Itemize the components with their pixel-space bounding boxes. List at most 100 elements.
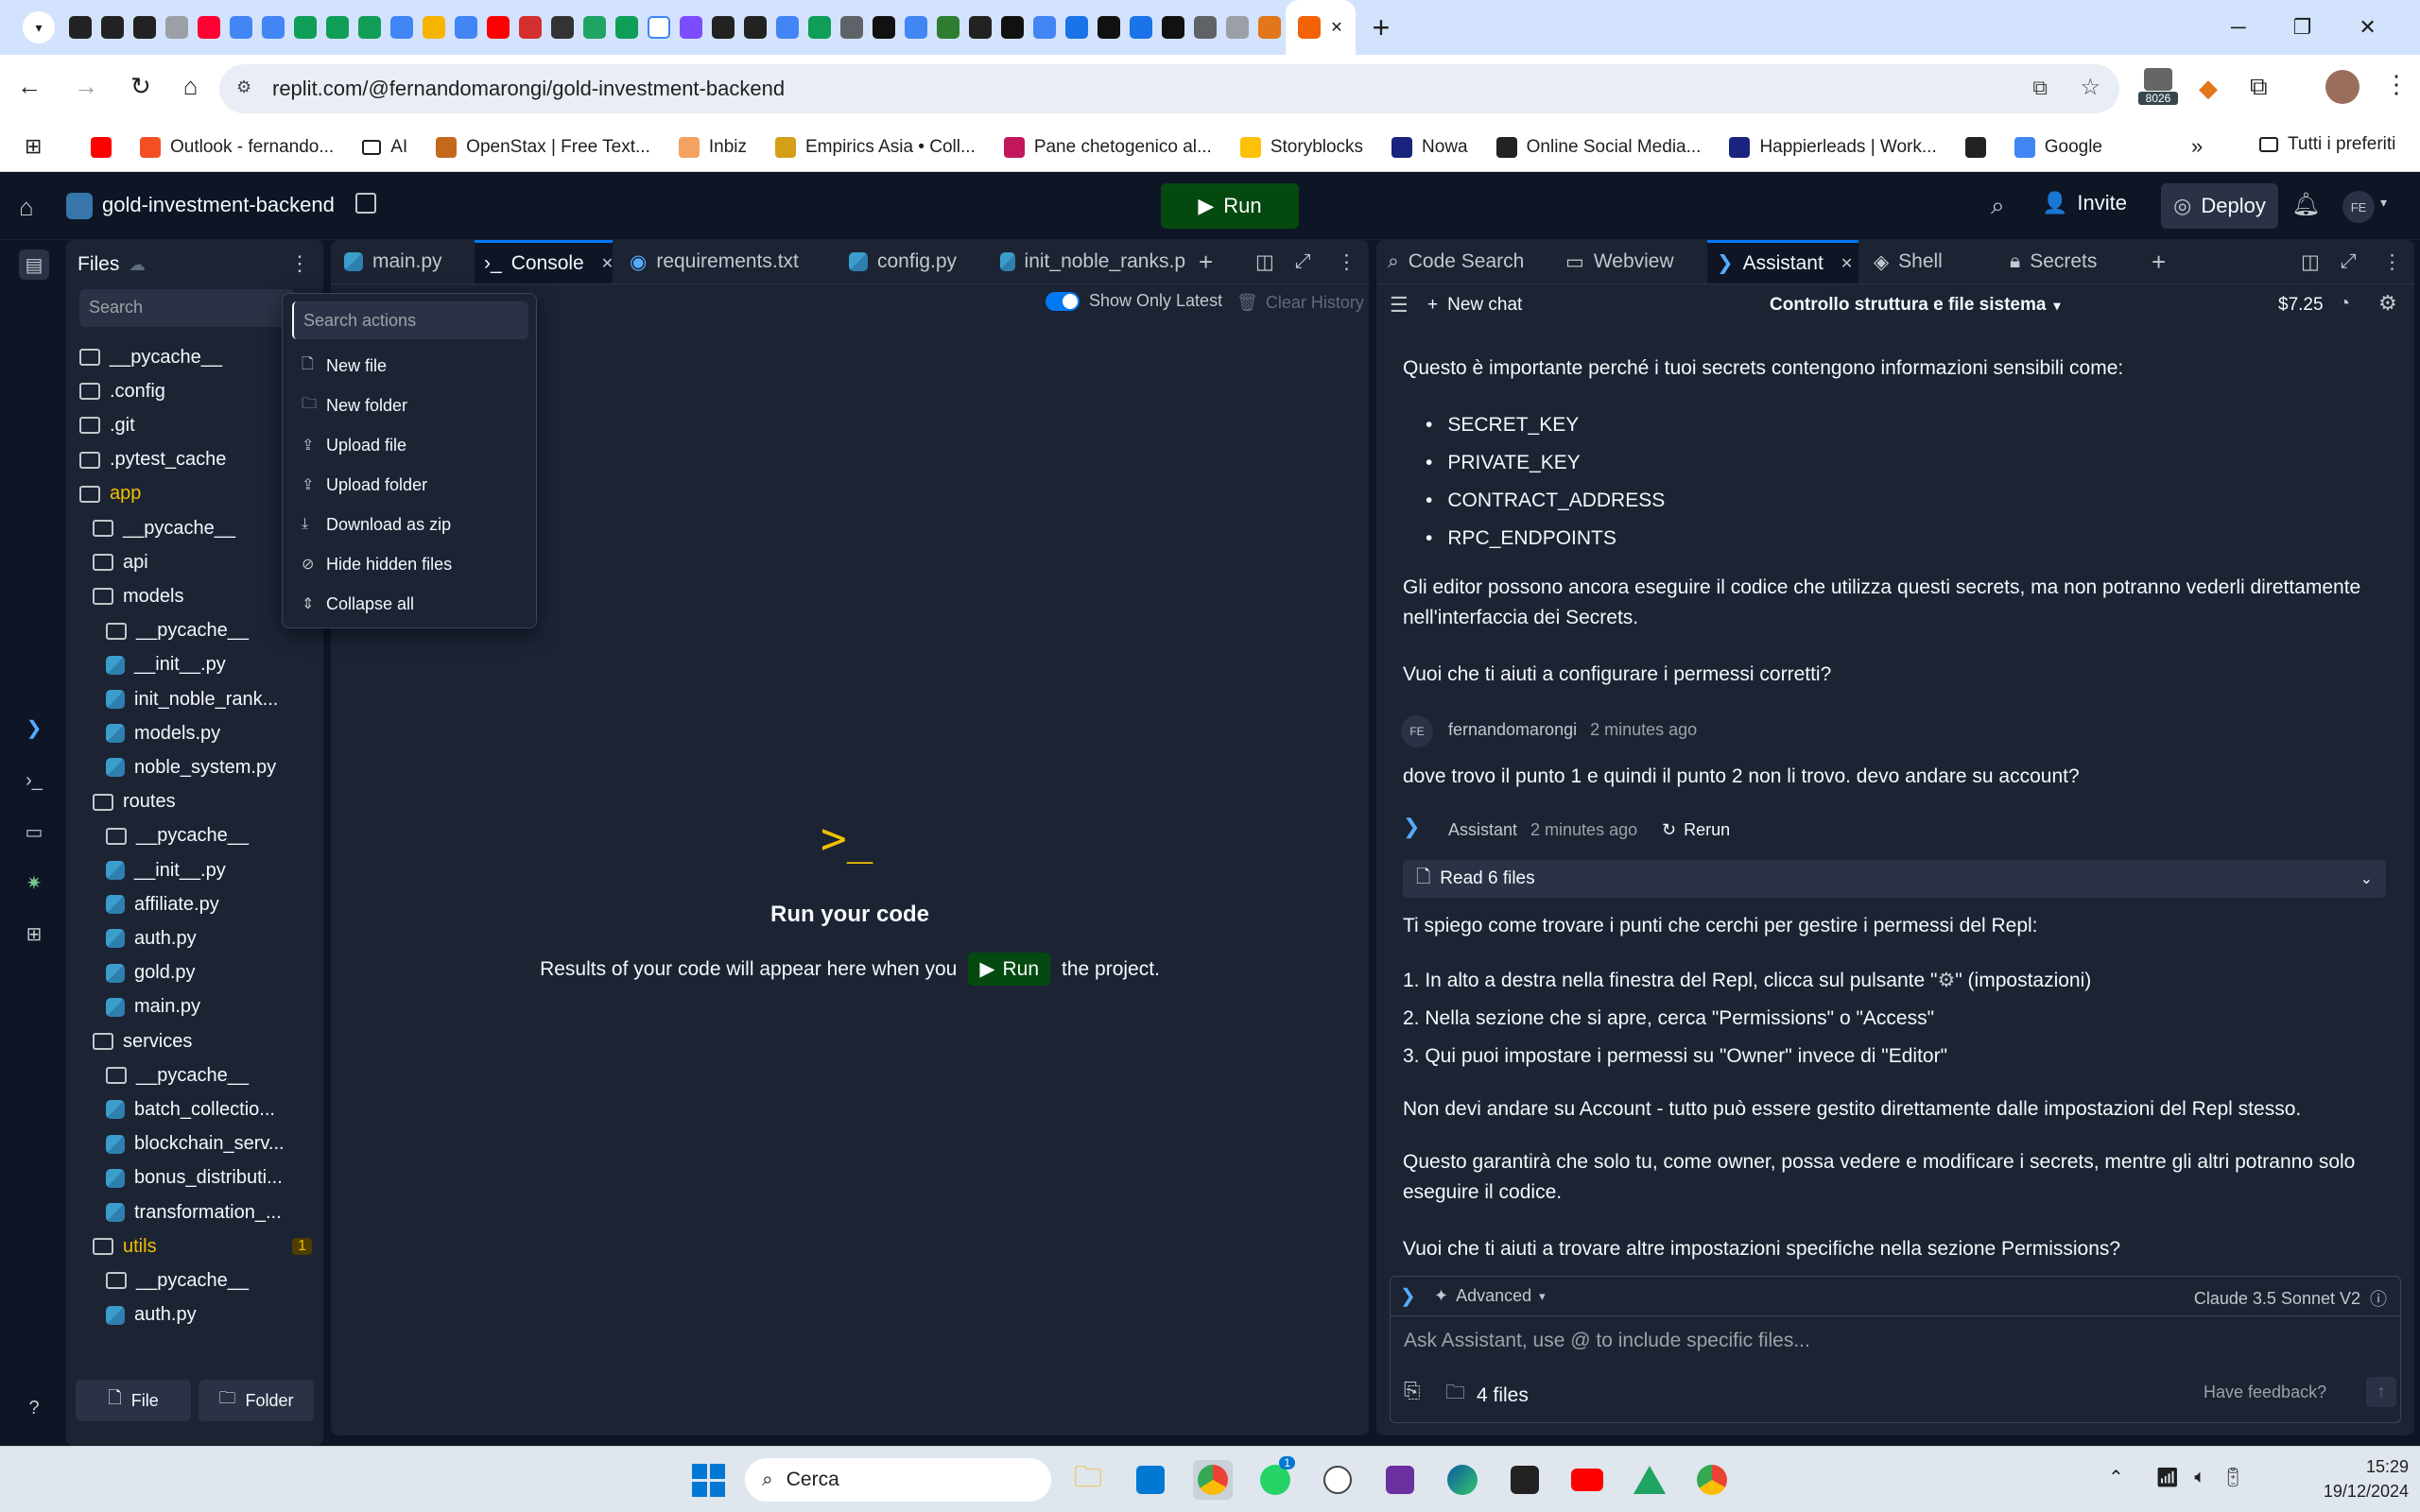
browser-tab[interactable]	[96, 0, 129, 55]
new-tab-plus-icon[interactable]: +	[2152, 240, 2166, 284]
bookmark-item[interactable]: Storyblocks	[1239, 137, 1363, 158]
chrome-menu-icon[interactable]: ⋮	[2384, 70, 2409, 99]
browser-tab[interactable]	[739, 0, 771, 55]
forward-icon[interactable]: →	[74, 72, 98, 101]
file-tree-folder[interactable]: services	[93, 1024, 321, 1058]
files-context-button[interactable]: 🗀 4 files	[1445, 1379, 1529, 1412]
bookmark-item[interactable]	[1964, 137, 1986, 158]
file-tree-file[interactable]: auth.py	[106, 1298, 321, 1332]
show-hidden-icons[interactable]: ⌃	[2108, 1466, 2124, 1489]
file-tree-file[interactable]: auth.py	[106, 921, 321, 955]
model-selector[interactable]: Claude 3.5 Sonnet V2 ⓘ	[2194, 1286, 2387, 1311]
bookmark-item[interactable]: OpenStax | Free Text...	[436, 137, 650, 158]
browser-tab[interactable]	[289, 0, 321, 55]
close-window-icon[interactable]: ✕	[2359, 15, 2376, 40]
project-name[interactable]: gold-investment-backend	[102, 193, 335, 217]
file-tree-file[interactable]: blockchain_serv...	[106, 1127, 321, 1161]
user-avatar[interactable]: FE	[2342, 191, 2375, 223]
deploy-button[interactable]: ◎ Deploy	[2161, 183, 2278, 229]
file-tree-file[interactable]: gold.py	[106, 956, 321, 990]
browser-tab[interactable]	[804, 0, 836, 55]
browser-tab[interactable]	[321, 0, 354, 55]
tab-code-search[interactable]: ⌕ Code Search	[1388, 240, 1524, 284]
invite-button[interactable]: 👤 Invite	[2042, 191, 2127, 215]
tab-webview[interactable]: ▭ Webview	[1565, 240, 1674, 284]
action-item[interactable]: ⇪ Upload folder	[302, 468, 427, 502]
browser-tab[interactable]	[643, 0, 675, 55]
browser-tab[interactable]	[579, 0, 611, 55]
actions-search-input[interactable]: Search actions	[292, 301, 528, 339]
chat-title-dropdown[interactable]: Controllo struttura e file sistema ▾	[1770, 295, 2060, 316]
tab-shell[interactable]: ◈ Shell	[1874, 240, 1943, 284]
action-item[interactable]: ⤓ Download as zip	[302, 507, 451, 541]
show-only-latest-toggle[interactable]: Show Only Latest	[1046, 291, 1222, 311]
tab-assistant[interactable]: ❯ Assistant ✕	[1707, 240, 1858, 284]
action-item[interactable]: 🗋 New file	[302, 349, 387, 383]
action-item[interactable]: ⇕ Collapse all	[302, 587, 414, 621]
action-item[interactable]: ⊘ Hide hidden files	[302, 547, 452, 581]
google-drive-icon[interactable]	[1630, 1460, 1669, 1500]
split-pane-icon[interactable]: ◫	[1255, 240, 1274, 284]
browser-tab[interactable]	[932, 0, 964, 55]
system-tray[interactable]: 📶︎ 🔈︎ 🔋︎	[2155, 1466, 2245, 1489]
bookmark-item[interactable]: Empirics Asia • Coll...	[775, 137, 976, 158]
send-arrow-icon[interactable]: ↑	[2366, 1377, 2396, 1407]
browser-tab[interactable]	[450, 0, 482, 55]
browser-tab[interactable]	[836, 0, 868, 55]
tab-secrets[interactable]: 🔒︎ Secrets	[2010, 240, 2097, 284]
back-icon[interactable]: ←	[17, 72, 42, 101]
settings-gear-icon[interactable]: ⚙	[2378, 291, 2397, 316]
pane-menu-icon[interactable]: ⋮	[1337, 240, 1357, 284]
assistant-tool-icon[interactable]: ❯	[19, 713, 49, 743]
new-folder-button[interactable]: 🗀 Folder	[199, 1380, 314, 1421]
chevron-down-icon[interactable]: ▾	[2380, 195, 2387, 211]
notifications-bell-icon[interactable]: 🔔︎	[2291, 191, 2320, 218]
advanced-dropdown[interactable]: ✦ Advanced ▾	[1434, 1286, 1546, 1306]
file-tree-folder[interactable]: __pycache__	[106, 1058, 321, 1092]
action-item[interactable]: 🗀 New folder	[302, 388, 407, 422]
close-tab-icon[interactable]: ✕	[1841, 254, 1853, 273]
bookmark-item[interactable]: Google	[2014, 137, 2102, 158]
tab-init-noble-ranks[interactable]: init_noble_ranks.p	[1000, 240, 1185, 284]
files-search-input[interactable]: Search	[79, 289, 295, 327]
deployments-tool-icon[interactable]: ✷	[19, 868, 49, 898]
whatsapp-icon[interactable]: 1	[1255, 1456, 1295, 1500]
url-bar[interactable]: ⚙ replit.com/@fernandomarongi/gold-inves…	[219, 64, 2119, 113]
bookmark-star-icon[interactable]: ☆	[2080, 74, 2100, 101]
bookmark-item[interactable]: Nowa	[1392, 137, 1468, 158]
clock[interactable]: 15:29 19/12/2024	[2295, 1454, 2409, 1503]
all-tools-icon[interactable]: ⊞	[19, 919, 49, 949]
browser-tab[interactable]	[482, 0, 514, 55]
browser-tab[interactable]	[996, 0, 1028, 55]
browser-tab[interactable]	[868, 0, 900, 55]
file-tree-file[interactable]: models.py	[106, 716, 321, 750]
new-chat-button[interactable]: + New chat	[1427, 295, 1522, 316]
podcast-icon[interactable]	[1380, 1460, 1420, 1500]
file-tree-file[interactable]: affiliate.py	[106, 887, 321, 921]
reload-icon[interactable]: ↻	[130, 72, 151, 101]
attach-paperclip-icon[interactable]: ⎘	[1404, 1379, 1421, 1403]
open-in-app-icon[interactable]: ⧉	[2032, 76, 2048, 100]
browser-tab[interactable]	[1157, 0, 1189, 55]
browser-tab[interactable]	[1093, 0, 1125, 55]
help-icon[interactable]: ?	[19, 1393, 49, 1423]
files-tool-icon[interactable]: ▤	[19, 249, 49, 280]
maximize-pane-icon[interactable]: ⤢	[2341, 240, 2357, 284]
taskbar-search[interactable]: ⌕ Cerca	[745, 1458, 1051, 1502]
close-tab-icon[interactable]: ✕	[601, 254, 614, 273]
new-tab-plus-icon[interactable]: +	[1199, 240, 1213, 284]
browser-tab[interactable]	[129, 0, 161, 55]
maximize-pane-icon[interactable]: ⤢	[1295, 240, 1311, 284]
file-tree-folder[interactable]: __pycache__	[106, 1263, 321, 1297]
file-tree-file[interactable]: bonus_distributi...	[106, 1161, 321, 1195]
edge-icon[interactable]	[1443, 1460, 1482, 1500]
browser-tab[interactable]	[514, 0, 546, 55]
browser-tab[interactable]	[1125, 0, 1157, 55]
file-tree-file[interactable]: noble_system.py	[106, 750, 321, 784]
apps-grid-icon[interactable]: ⊞	[25, 134, 42, 159]
browser-tab[interactable]	[675, 0, 707, 55]
bookmark-item[interactable]: Online Social Media...	[1495, 137, 1701, 158]
browser-tab[interactable]	[161, 0, 193, 55]
browser-tab[interactable]	[707, 0, 739, 55]
restore-icon[interactable]: ❐	[2293, 15, 2312, 40]
